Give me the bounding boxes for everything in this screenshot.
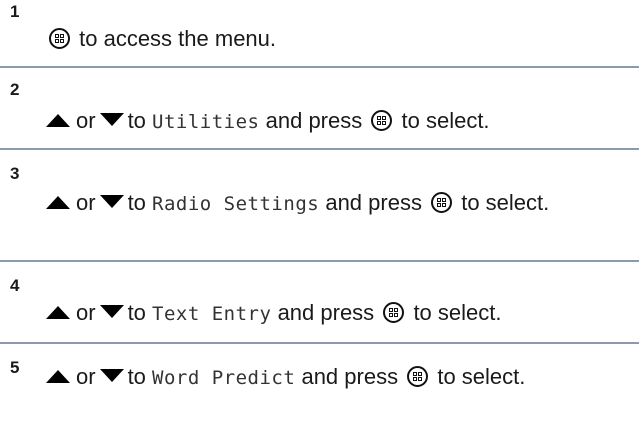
step-3: 3 or to Radio Settings and press to selec… [0, 152, 639, 258]
step-number: 4 [10, 276, 20, 295]
up-arrow-icon [46, 196, 70, 209]
step-4: 4 or to Text Entry and press to select. [0, 264, 639, 340]
step-number: 3 [10, 164, 20, 183]
and-press-label: and press [277, 300, 375, 325]
to-select-label: to select. [437, 364, 526, 389]
and-press-label: and press [301, 364, 399, 389]
menu-ok-button-icon [431, 192, 453, 213]
down-arrow-icon [99, 369, 124, 382]
or-label: or [76, 300, 96, 325]
step-number: 2 [10, 80, 20, 99]
down-arrow-icon [99, 195, 124, 208]
step-text: or to Radio Settings and press to select. [46, 186, 606, 221]
and-press-label: and press [265, 108, 363, 133]
to-label: to [127, 364, 146, 389]
to-label: to [127, 108, 146, 133]
menu-ok-button-icon [371, 110, 393, 131]
step-instruction: to access the menu. [79, 26, 277, 51]
up-arrow-icon [46, 370, 70, 383]
step-text: or to Utilities and press to select. [46, 104, 633, 139]
and-press-label: and press [325, 190, 422, 215]
to-label: to [127, 300, 146, 325]
step-text: or to Word Predict and press to select. [46, 360, 606, 395]
menu-item-name: Text Entry [152, 303, 272, 325]
to-label: to [127, 190, 146, 215]
menu-item-name: Radio Settings [152, 193, 320, 215]
up-arrow-icon [46, 114, 70, 127]
or-label: or [76, 190, 96, 215]
or-label: or [76, 108, 96, 133]
step-5: 5 or to Word Predict and press to select. [0, 346, 639, 430]
step-1: 1 to access the menu. [0, 0, 639, 64]
down-arrow-icon [99, 305, 124, 318]
step-number: 5 [10, 358, 20, 377]
down-arrow-icon [99, 113, 124, 126]
or-label: or [76, 364, 96, 389]
menu-ok-button-icon [383, 302, 405, 323]
menu-item-name: Word Predict [152, 367, 296, 389]
step-text: or to Text Entry and press to select. [46, 296, 633, 331]
to-select-label: to select. [461, 190, 550, 215]
divider [0, 148, 639, 150]
to-select-label: to select. [413, 300, 502, 325]
up-arrow-icon [46, 306, 70, 319]
step-text: to access the menu. [46, 22, 633, 55]
divider [0, 66, 639, 68]
to-select-label: to select. [401, 108, 490, 133]
step-number: 1 [10, 2, 20, 21]
menu-ok-button-icon [49, 28, 70, 49]
menu-item-name: Utilities [152, 111, 260, 133]
step-2: 2 or to Utilities and press to select. [0, 70, 639, 146]
divider [0, 342, 639, 344]
divider [0, 260, 639, 262]
menu-ok-button-icon [407, 366, 429, 387]
